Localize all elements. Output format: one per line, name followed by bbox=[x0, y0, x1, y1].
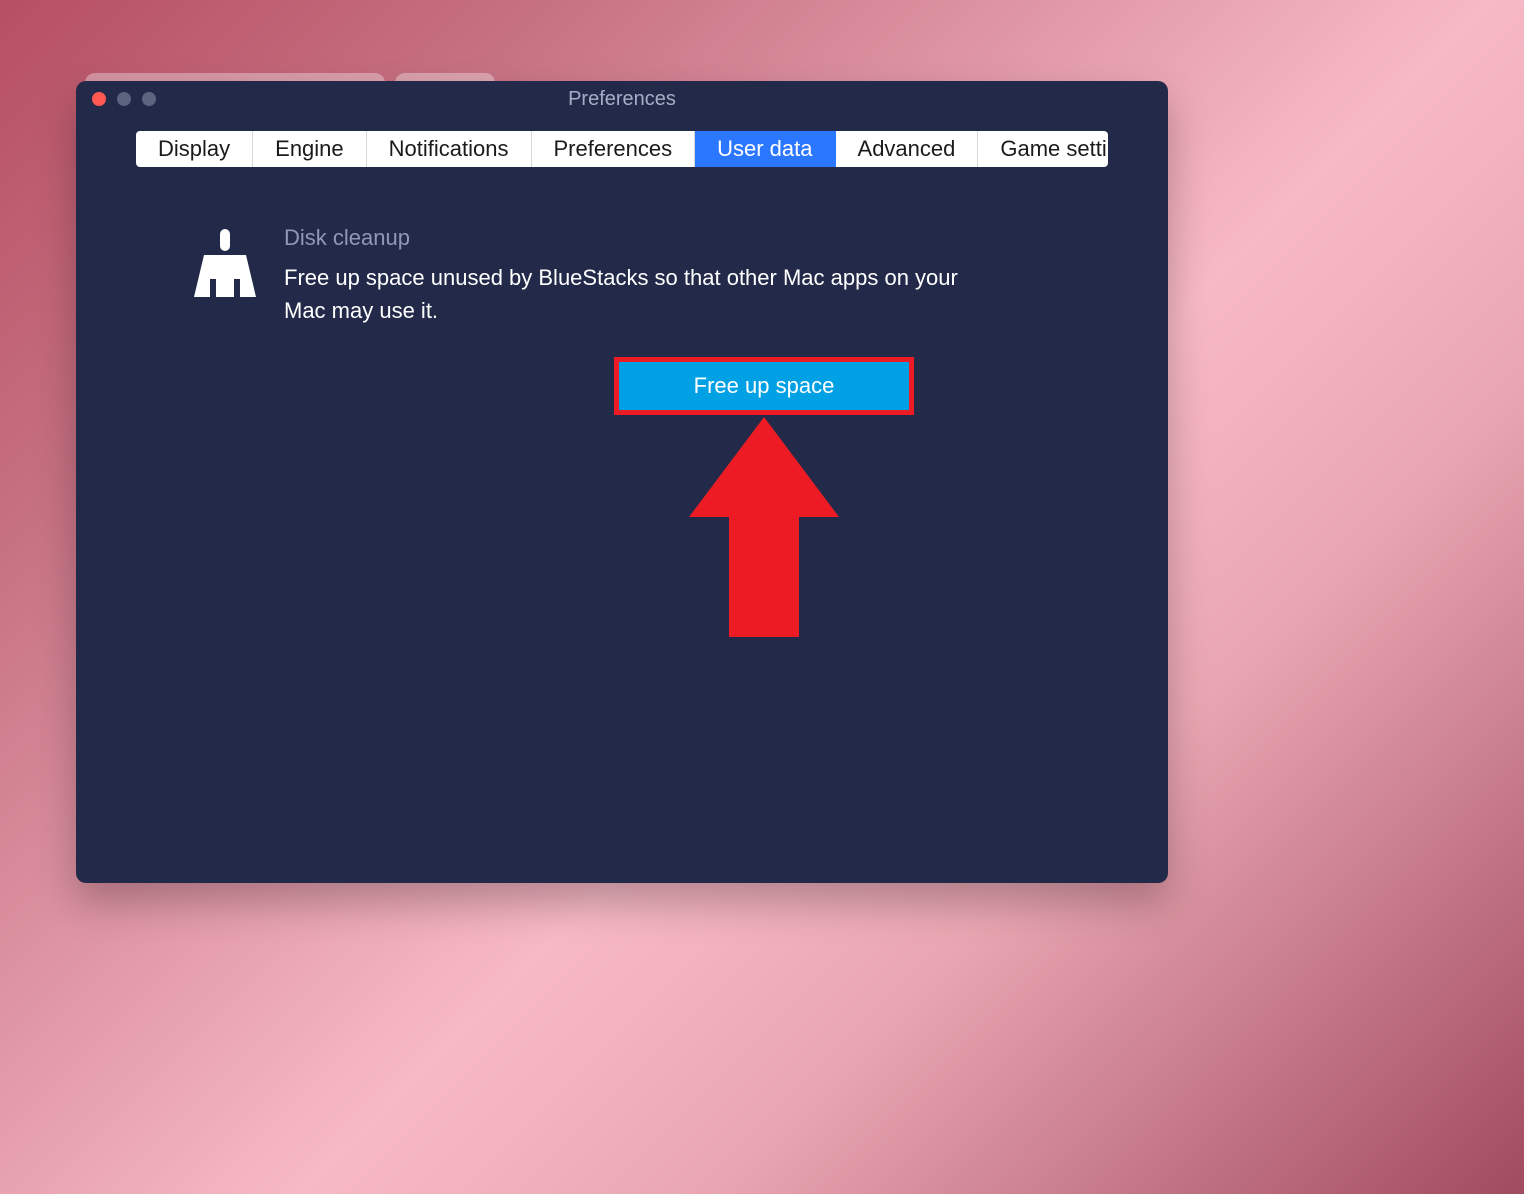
tab-display[interactable]: Display bbox=[136, 131, 253, 167]
preferences-window: Preferences Display Engine Notifications… bbox=[76, 81, 1168, 883]
tab-bar: Display Engine Notifications Preferences… bbox=[136, 131, 1108, 167]
tab-notifications[interactable]: Notifications bbox=[367, 131, 532, 167]
broom-icon bbox=[194, 227, 256, 297]
tab-game-settings[interactable]: Game settings bbox=[978, 131, 1108, 167]
tab-engine[interactable]: Engine bbox=[253, 131, 367, 167]
disk-cleanup-title: Disk cleanup bbox=[284, 225, 1004, 251]
window-title: Preferences bbox=[76, 88, 1168, 111]
tab-preferences[interactable]: Preferences bbox=[532, 131, 696, 167]
annotation-highlight-box: Free up space bbox=[614, 357, 914, 415]
disk-cleanup-description: Free up space unused by BlueStacks so th… bbox=[284, 261, 1004, 327]
tab-user-data[interactable]: User data bbox=[695, 131, 835, 167]
free-up-space-button[interactable]: Free up space bbox=[619, 362, 909, 410]
tab-advanced[interactable]: Advanced bbox=[836, 131, 979, 167]
content-area: Disk cleanup Free up space unused by Blu… bbox=[76, 167, 1168, 883]
titlebar: Preferences bbox=[76, 81, 1168, 117]
annotation-arrow-up-icon bbox=[689, 417, 839, 647]
